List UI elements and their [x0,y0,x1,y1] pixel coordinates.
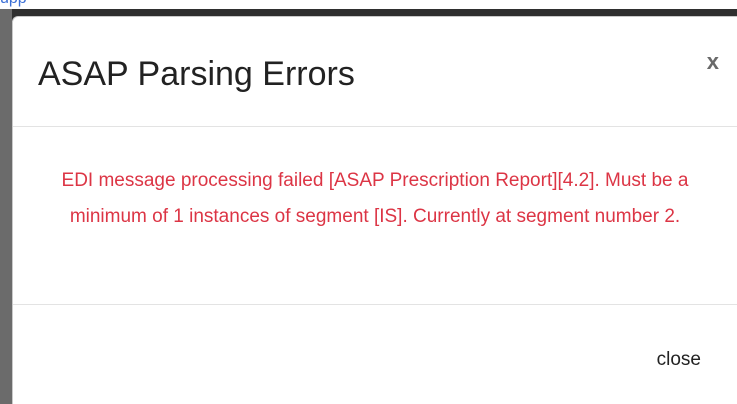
dialog-title: ASAP Parsing Errors [38,55,355,93]
dialog-body: EDI message processing failed [ASAP Pres… [13,127,737,305]
dialog-header: ASAP Parsing Errors x [13,17,737,127]
error-dialog: ASAP Parsing Errors x EDI message proces… [12,16,737,404]
modal-backdrop-left [0,9,12,404]
error-message: EDI message processing failed [ASAP Pres… [61,170,689,227]
dialog-footer: close [13,305,737,404]
background-page: upp [0,0,737,9]
page: upp ASAP Parsing Errors x EDI message pr… [0,0,737,404]
background-link[interactable]: upp [0,0,27,8]
close-button[interactable]: close [651,345,707,375]
close-icon[interactable]: x [703,47,723,77]
